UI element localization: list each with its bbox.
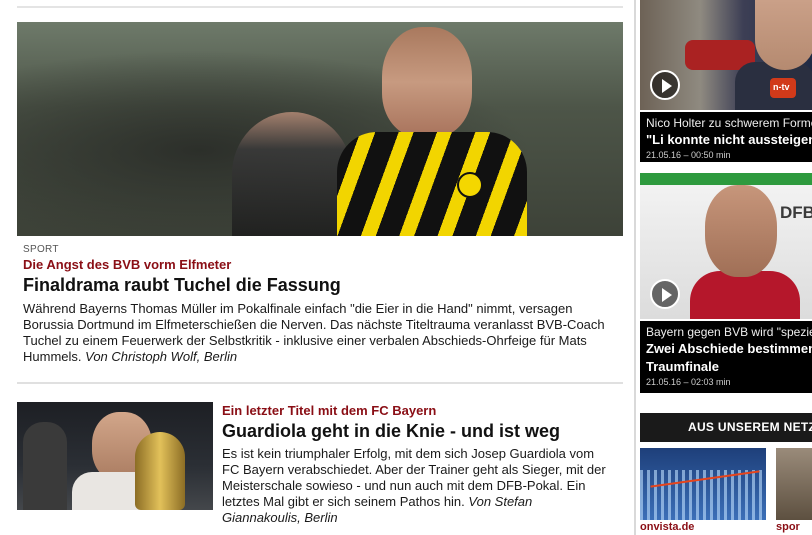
video-thumbnail-1[interactable]: n-tv: [640, 0, 812, 110]
coach-jersey: [337, 132, 527, 236]
secondary-article-image[interactable]: [17, 402, 213, 510]
reporter-head: [755, 0, 812, 70]
network-heading: AUS UNSEREM NETZWERK: [640, 413, 812, 442]
play-icon[interactable]: [650, 70, 680, 100]
referee-figure: [232, 112, 352, 236]
coach-head: [382, 27, 472, 137]
network-ad-2[interactable]: [776, 448, 812, 520]
network-ad-2-label[interactable]: spor: [776, 521, 800, 533]
right-column-separator: [634, 0, 636, 535]
coach-shirt: [690, 271, 800, 319]
lead-section-label: SPORT: [23, 244, 59, 255]
play-icon[interactable]: [650, 279, 680, 309]
video-caption-1[interactable]: Nico Holter zu schwerem Formel-1-Unfall …: [640, 112, 812, 162]
green-banner: [640, 173, 812, 185]
secondary-teaser[interactable]: Es ist kein triumphaler Erfolg, mit dem …: [222, 446, 614, 526]
lead-headline[interactable]: Finaldrama raubt Tuchel die Fassung: [23, 275, 341, 296]
coach-figure: [337, 27, 527, 236]
dfb-backdrop-text: DFB: [780, 203, 812, 222]
video-2-title: Zwei Abschiede bestimmen: [646, 341, 812, 356]
video-caption-2[interactable]: Bayern gegen BVB wird "spezielles Spiel"…: [640, 321, 812, 393]
coach-head: [705, 185, 777, 277]
video-2-time: 21.05.16 – 02:03 min: [646, 377, 731, 387]
secondary-headline[interactable]: Guardiola geht in die Knie - und ist weg: [222, 421, 560, 442]
secondary-kicker[interactable]: Ein letzter Titel mit dem FC Bayern: [222, 403, 436, 418]
microphone-icon: n-tv: [770, 78, 796, 98]
lead-teaser[interactable]: Während Bayerns Thomas Müller im Pokalfi…: [23, 301, 623, 365]
photographer-figure: [23, 422, 67, 510]
lead-article-image[interactable]: [17, 22, 623, 236]
secondary-teaser-text: Es ist kein triumphaler Erfolg, mit dem …: [222, 446, 606, 509]
top-divider: [17, 6, 623, 8]
video-2-title-line2: Traumfinale: [646, 359, 719, 374]
lead-kicker[interactable]: Die Angst des BVB vorm Elfmeter: [23, 257, 231, 272]
bvb-badge-icon: [457, 172, 483, 198]
video-thumbnail-2[interactable]: DFB: [640, 173, 812, 319]
network-ad-onvista-label[interactable]: onvista.de: [640, 521, 694, 533]
video-2-subtitle: Bayern gegen BVB wird "spezielles Spiel": [646, 325, 812, 339]
trophy-icon: [135, 432, 185, 510]
lead-author: Von Christoph Wolf, Berlin: [85, 349, 238, 364]
article-divider: [17, 382, 623, 384]
video-1-time: 21.05.16 – 00:50 min: [646, 150, 731, 160]
video-1-subtitle: Nico Holter zu schwerem Formel-1-Unfall: [646, 116, 812, 130]
network-ad-onvista[interactable]: [640, 448, 766, 520]
video-1-title: "Li konnte nicht aussteigen": [646, 132, 812, 147]
